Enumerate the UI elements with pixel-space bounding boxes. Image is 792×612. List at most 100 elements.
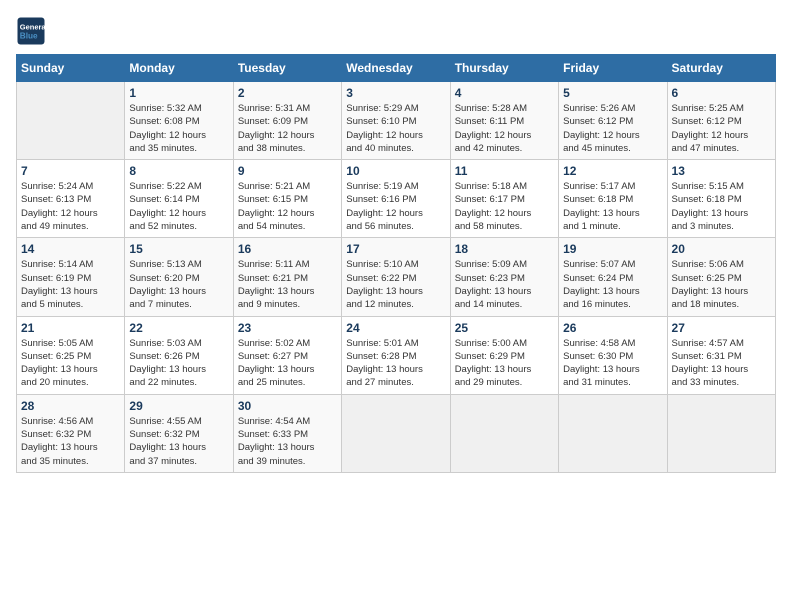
day-number: 28 (21, 399, 120, 413)
day-info: Sunrise: 5:09 AM Sunset: 6:23 PM Dayligh… (455, 258, 554, 311)
day-number: 17 (346, 242, 445, 256)
day-number: 22 (129, 321, 228, 335)
day-info: Sunrise: 5:24 AM Sunset: 6:13 PM Dayligh… (21, 180, 120, 233)
day-info: Sunrise: 5:28 AM Sunset: 6:11 PM Dayligh… (455, 102, 554, 155)
day-info: Sunrise: 4:57 AM Sunset: 6:31 PM Dayligh… (672, 337, 771, 390)
header-monday: Monday (125, 55, 233, 82)
day-cell: 3 Sunrise: 5:29 AM Sunset: 6:10 PM Daylig… (342, 82, 450, 160)
day-info: Sunrise: 5:05 AM Sunset: 6:25 PM Dayligh… (21, 337, 120, 390)
day-info: Sunrise: 5:25 AM Sunset: 6:12 PM Dayligh… (672, 102, 771, 155)
day-cell: 27 Sunrise: 4:57 AM Sunset: 6:31 PM Dayli… (667, 316, 775, 394)
day-cell: 24 Sunrise: 5:01 AM Sunset: 6:28 PM Dayli… (342, 316, 450, 394)
day-number: 25 (455, 321, 554, 335)
day-cell: 1 Sunrise: 5:32 AM Sunset: 6:08 PM Daylig… (125, 82, 233, 160)
day-cell: 25 Sunrise: 5:00 AM Sunset: 6:29 PM Dayli… (450, 316, 558, 394)
day-number: 27 (672, 321, 771, 335)
day-number: 15 (129, 242, 228, 256)
day-info: Sunrise: 5:18 AM Sunset: 6:17 PM Dayligh… (455, 180, 554, 233)
day-cell (450, 394, 558, 472)
day-info: Sunrise: 5:14 AM Sunset: 6:19 PM Dayligh… (21, 258, 120, 311)
day-number: 6 (672, 86, 771, 100)
day-cell: 29Sunrise: 4:55 AM Sunset: 6:32 PM Dayli… (125, 394, 233, 472)
day-cell: 22 Sunrise: 5:03 AM Sunset: 6:26 PM Dayli… (125, 316, 233, 394)
day-info: Sunrise: 4:56 AM Sunset: 6:32 PM Dayligh… (21, 415, 120, 468)
day-info: Sunrise: 5:01 AM Sunset: 6:28 PM Dayligh… (346, 337, 445, 390)
day-cell: 7 Sunrise: 5:24 AM Sunset: 6:13 PM Daylig… (17, 160, 125, 238)
day-info: Sunrise: 5:13 AM Sunset: 6:20 PM Dayligh… (129, 258, 228, 311)
day-info: Sunrise: 5:03 AM Sunset: 6:26 PM Dayligh… (129, 337, 228, 390)
day-info: Sunrise: 5:10 AM Sunset: 6:22 PM Dayligh… (346, 258, 445, 311)
day-info: Sunrise: 5:02 AM Sunset: 6:27 PM Dayligh… (238, 337, 337, 390)
header-saturday: Saturday (667, 55, 775, 82)
svg-text:Blue: Blue (20, 32, 38, 41)
day-info: Sunrise: 5:19 AM Sunset: 6:16 PM Dayligh… (346, 180, 445, 233)
day-cell (342, 394, 450, 472)
day-cell: 10Sunrise: 5:19 AM Sunset: 6:16 PM Dayli… (342, 160, 450, 238)
day-number: 16 (238, 242, 337, 256)
week-row-0: 1 Sunrise: 5:32 AM Sunset: 6:08 PM Daylig… (17, 82, 776, 160)
day-number: 1 (129, 86, 228, 100)
logo: General Blue (16, 16, 50, 46)
logo-icon: General Blue (16, 16, 46, 46)
day-info: Sunrise: 5:29 AM Sunset: 6:10 PM Dayligh… (346, 102, 445, 155)
day-cell: 4 Sunrise: 5:28 AM Sunset: 6:11 PM Daylig… (450, 82, 558, 160)
day-cell: 23Sunrise: 5:02 AM Sunset: 6:27 PM Dayli… (233, 316, 341, 394)
day-info: Sunrise: 5:00 AM Sunset: 6:29 PM Dayligh… (455, 337, 554, 390)
week-row-2: 14 Sunrise: 5:14 AM Sunset: 6:19 PM Dayli… (17, 238, 776, 316)
day-info: Sunrise: 5:26 AM Sunset: 6:12 PM Dayligh… (563, 102, 662, 155)
day-cell: 12Sunrise: 5:17 AM Sunset: 6:18 PM Dayli… (559, 160, 667, 238)
day-cell: 16 Sunrise: 5:11 AM Sunset: 6:21 PM Dayli… (233, 238, 341, 316)
calendar-table: SundayMondayTuesdayWednesdayThursdayFrid… (16, 54, 776, 473)
day-cell: 6 Sunrise: 5:25 AM Sunset: 6:12 PM Daylig… (667, 82, 775, 160)
day-number: 2 (238, 86, 337, 100)
week-row-3: 21 Sunrise: 5:05 AM Sunset: 6:25 PM Dayli… (17, 316, 776, 394)
day-info: Sunrise: 4:58 AM Sunset: 6:30 PM Dayligh… (563, 337, 662, 390)
day-number: 18 (455, 242, 554, 256)
day-number: 19 (563, 242, 662, 256)
day-cell: 19 Sunrise: 5:07 AM Sunset: 6:24 PM Dayli… (559, 238, 667, 316)
day-info: Sunrise: 5:07 AM Sunset: 6:24 PM Dayligh… (563, 258, 662, 311)
week-row-4: 28 Sunrise: 4:56 AM Sunset: 6:32 PM Dayli… (17, 394, 776, 472)
day-cell: 11 Sunrise: 5:18 AM Sunset: 6:17 PM Dayli… (450, 160, 558, 238)
day-cell: 14 Sunrise: 5:14 AM Sunset: 6:19 PM Dayli… (17, 238, 125, 316)
page-header: General Blue (16, 16, 776, 46)
day-info: Sunrise: 4:54 AM Sunset: 6:33 PM Dayligh… (238, 415, 337, 468)
day-info: Sunrise: 5:11 AM Sunset: 6:21 PM Dayligh… (238, 258, 337, 311)
day-cell: 21 Sunrise: 5:05 AM Sunset: 6:25 PM Dayli… (17, 316, 125, 394)
day-number: 5 (563, 86, 662, 100)
header-wednesday: Wednesday (342, 55, 450, 82)
day-cell: 18 Sunrise: 5:09 AM Sunset: 6:23 PM Dayli… (450, 238, 558, 316)
day-cell: 28 Sunrise: 4:56 AM Sunset: 6:32 PM Dayli… (17, 394, 125, 472)
day-number: 13 (672, 164, 771, 178)
calendar-header: SundayMondayTuesdayWednesdayThursdayFrid… (17, 55, 776, 82)
day-number: 14 (21, 242, 120, 256)
day-number: 21 (21, 321, 120, 335)
day-info: Sunrise: 5:32 AM Sunset: 6:08 PM Dayligh… (129, 102, 228, 155)
day-number: 4 (455, 86, 554, 100)
header-row: SundayMondayTuesdayWednesdayThursdayFrid… (17, 55, 776, 82)
header-tuesday: Tuesday (233, 55, 341, 82)
day-info: Sunrise: 5:31 AM Sunset: 6:09 PM Dayligh… (238, 102, 337, 155)
svg-text:General: General (20, 23, 46, 32)
day-cell: 17 Sunrise: 5:10 AM Sunset: 6:22 PM Dayli… (342, 238, 450, 316)
day-number: 9 (238, 164, 337, 178)
day-number: 20 (672, 242, 771, 256)
header-sunday: Sunday (17, 55, 125, 82)
day-cell (559, 394, 667, 472)
day-cell (17, 82, 125, 160)
day-cell: 2 Sunrise: 5:31 AM Sunset: 6:09 PM Daylig… (233, 82, 341, 160)
day-info: Sunrise: 5:06 AM Sunset: 6:25 PM Dayligh… (672, 258, 771, 311)
day-number: 3 (346, 86, 445, 100)
day-info: Sunrise: 5:15 AM Sunset: 6:18 PM Dayligh… (672, 180, 771, 233)
day-info: Sunrise: 5:22 AM Sunset: 6:14 PM Dayligh… (129, 180, 228, 233)
day-number: 26 (563, 321, 662, 335)
day-cell: 20 Sunrise: 5:06 AM Sunset: 6:25 PM Dayli… (667, 238, 775, 316)
day-info: Sunrise: 5:21 AM Sunset: 6:15 PM Dayligh… (238, 180, 337, 233)
day-number: 29 (129, 399, 228, 413)
day-number: 11 (455, 164, 554, 178)
day-number: 24 (346, 321, 445, 335)
day-cell: 8Sunrise: 5:22 AM Sunset: 6:14 PM Daylig… (125, 160, 233, 238)
header-thursday: Thursday (450, 55, 558, 82)
day-number: 7 (21, 164, 120, 178)
day-cell (667, 394, 775, 472)
